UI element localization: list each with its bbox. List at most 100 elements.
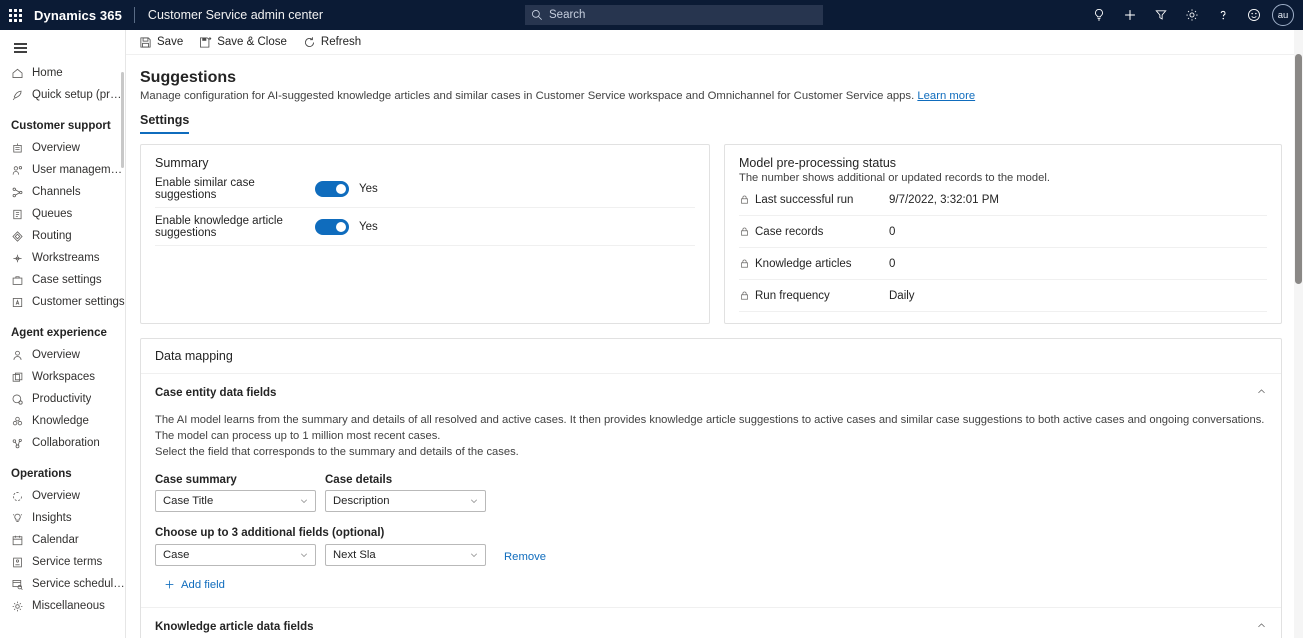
sidebar-item-service-terms[interactable]: Service terms bbox=[0, 551, 125, 573]
sidebar-item-collaboration[interactable]: Collaboration bbox=[0, 432, 125, 454]
calendar-icon bbox=[11, 534, 24, 547]
person-icon bbox=[11, 349, 24, 362]
main-scrollbar[interactable] bbox=[1294, 30, 1303, 638]
sidebar-item-label: Queues bbox=[28, 208, 72, 220]
sidebar-item-overview[interactable]: Overview bbox=[0, 137, 125, 159]
overview-icon-wrap bbox=[11, 142, 28, 155]
toggle-switch[interactable] bbox=[315, 181, 349, 197]
model-status-label: Run frequency bbox=[755, 290, 830, 302]
optional-field-dropdown[interactable]: Case bbox=[155, 544, 316, 566]
refresh-icon bbox=[303, 36, 316, 49]
sidebar-nav: HomeQuick setup (previ...Customer suppor… bbox=[0, 62, 125, 617]
field-label: Case summary bbox=[155, 474, 316, 486]
filter-icon[interactable] bbox=[1145, 0, 1176, 30]
channels-icon-wrap bbox=[11, 186, 28, 199]
sidebar-group-agent-experience: Agent experience bbox=[0, 313, 125, 344]
add-field-button[interactable]: Add field bbox=[164, 579, 225, 591]
sidebar-toggle-button[interactable] bbox=[2, 34, 38, 62]
model-status-title: Model pre-processing status bbox=[725, 145, 1281, 170]
sidebar-item-quick-setup-previ[interactable]: Quick setup (previ... bbox=[0, 84, 125, 106]
sidebar-item-label: User management bbox=[28, 164, 125, 176]
sidebar-item-overview[interactable]: Overview bbox=[0, 344, 125, 366]
help-icon[interactable] bbox=[1207, 0, 1238, 30]
knowledge-icon-wrap bbox=[11, 415, 28, 428]
sidebar-item-label: Knowledge bbox=[28, 415, 89, 427]
learn-more-link[interactable]: Learn more bbox=[917, 90, 975, 102]
model-status-label: Knowledge articles bbox=[755, 258, 852, 270]
lightbulb-icon[interactable] bbox=[1083, 0, 1114, 30]
save-and-close-button[interactable]: Save & Close bbox=[191, 30, 295, 55]
main-scrollbar-thumb[interactable] bbox=[1295, 54, 1302, 284]
section-header[interactable]: Case entity data fields bbox=[141, 374, 1281, 402]
cards-row: Summary Enable similar case suggestionsY… bbox=[126, 134, 1303, 324]
knowledge-icon bbox=[11, 415, 24, 428]
section-title: Knowledge article data fields bbox=[155, 621, 313, 633]
service-scheduling-icon bbox=[11, 578, 24, 591]
users-icon-wrap bbox=[11, 164, 28, 177]
sidebar-item-label: Workspaces bbox=[28, 371, 95, 383]
sidebar-item-user-management[interactable]: User management bbox=[0, 159, 125, 181]
toggle-switch[interactable] bbox=[315, 219, 349, 235]
optional-field-dropdown-value: Next Sla bbox=[333, 549, 376, 561]
save-button[interactable]: Save bbox=[131, 30, 191, 55]
model-status-value: Daily bbox=[889, 290, 915, 302]
optional-field-dropdown[interactable]: Next Sla bbox=[325, 544, 486, 566]
optional-field-dropdown-value: Case bbox=[163, 549, 189, 561]
model-status-value: 0 bbox=[889, 226, 895, 238]
app-name[interactable]: Customer Service admin center bbox=[135, 8, 323, 22]
search-icon bbox=[531, 9, 543, 21]
service-scheduling-icon-wrap bbox=[11, 578, 28, 591]
data-mapping-section: Case entity data fieldsThe AI model lear… bbox=[141, 374, 1281, 608]
sidebar-item-insights[interactable]: Insights bbox=[0, 507, 125, 529]
sidebar-item-label: Insights bbox=[28, 512, 72, 524]
sidebar-item-label: Service terms bbox=[28, 556, 102, 568]
main-content: Save Save & Close Refresh Suggestio bbox=[126, 30, 1303, 638]
field-dropdown[interactable]: Description bbox=[325, 490, 486, 512]
gear-icon[interactable] bbox=[1176, 0, 1207, 30]
search-box[interactable] bbox=[525, 5, 823, 25]
section-collapse-button[interactable] bbox=[1256, 384, 1267, 402]
tab-settings[interactable]: Settings bbox=[140, 113, 189, 134]
sidebar-item-workspaces[interactable]: Workspaces bbox=[0, 366, 125, 388]
avatar[interactable]: au bbox=[1272, 4, 1294, 26]
sidebar-item-label: Channels bbox=[28, 186, 81, 198]
field-dropdown[interactable]: Case Title bbox=[155, 490, 316, 512]
sidebar-item-home[interactable]: Home bbox=[0, 62, 125, 84]
search-input[interactable] bbox=[549, 9, 817, 21]
smiley-icon[interactable] bbox=[1238, 0, 1269, 30]
section-header[interactable]: Knowledge article data fields bbox=[141, 608, 1281, 636]
sidebar-item-productivity[interactable]: Productivity bbox=[0, 388, 125, 410]
sidebar-item-label: Productivity bbox=[28, 393, 91, 405]
sidebar-item-queues[interactable]: Queues bbox=[0, 203, 125, 225]
sidebar-item-channels[interactable]: Channels bbox=[0, 181, 125, 203]
suite-bar: Dynamics 365 Customer Service admin cent… bbox=[0, 0, 1303, 30]
app-shell: HomeQuick setup (previ...Customer suppor… bbox=[0, 30, 1303, 638]
model-status-row: Last successful run9/7/2022, 3:32:01 PM bbox=[739, 184, 1267, 216]
sidebar-item-overview[interactable]: Overview bbox=[0, 485, 125, 507]
summary-card-title: Summary bbox=[141, 145, 709, 170]
brand-title[interactable]: Dynamics 365 bbox=[30, 8, 134, 23]
productivity-icon bbox=[11, 393, 24, 406]
page-body: Suggestions Manage configuration for AI-… bbox=[126, 55, 1303, 638]
data-mapping-sections: Case entity data fieldsThe AI model lear… bbox=[141, 374, 1281, 638]
sidebar-item-case-settings[interactable]: Case settings bbox=[0, 269, 125, 291]
optional-fields-label: Choose up to 3 additional fields (option… bbox=[155, 527, 1267, 539]
sidebar-item-calendar[interactable]: Calendar bbox=[0, 529, 125, 551]
sidebar-item-label: Overview bbox=[28, 490, 80, 502]
command-bar: Save Save & Close Refresh bbox=[126, 30, 1303, 55]
remove-field-link[interactable]: Remove bbox=[504, 551, 546, 566]
refresh-button[interactable]: Refresh bbox=[295, 30, 369, 55]
sidebar-item-knowledge[interactable]: Knowledge bbox=[0, 410, 125, 432]
sidebar-item-workstreams[interactable]: Workstreams bbox=[0, 247, 125, 269]
sidebar-item-routing[interactable]: Routing bbox=[0, 225, 125, 247]
refresh-label: Refresh bbox=[321, 36, 361, 48]
sidebar-item-customer-settings[interactable]: Customer settings bbox=[0, 291, 125, 313]
sidebar-item-miscellaneous[interactable]: Miscellaneous bbox=[0, 595, 125, 617]
overview-icon bbox=[11, 142, 24, 155]
sidebar-item-service-scheduling[interactable]: Service scheduling bbox=[0, 573, 125, 595]
section-collapse-button[interactable] bbox=[1256, 618, 1267, 636]
app-launcher-button[interactable] bbox=[0, 0, 30, 30]
sidebar-scrollbar[interactable] bbox=[121, 72, 124, 168]
plus-icon[interactable] bbox=[1114, 0, 1145, 30]
field-column: Case summary Case Title bbox=[155, 474, 316, 512]
